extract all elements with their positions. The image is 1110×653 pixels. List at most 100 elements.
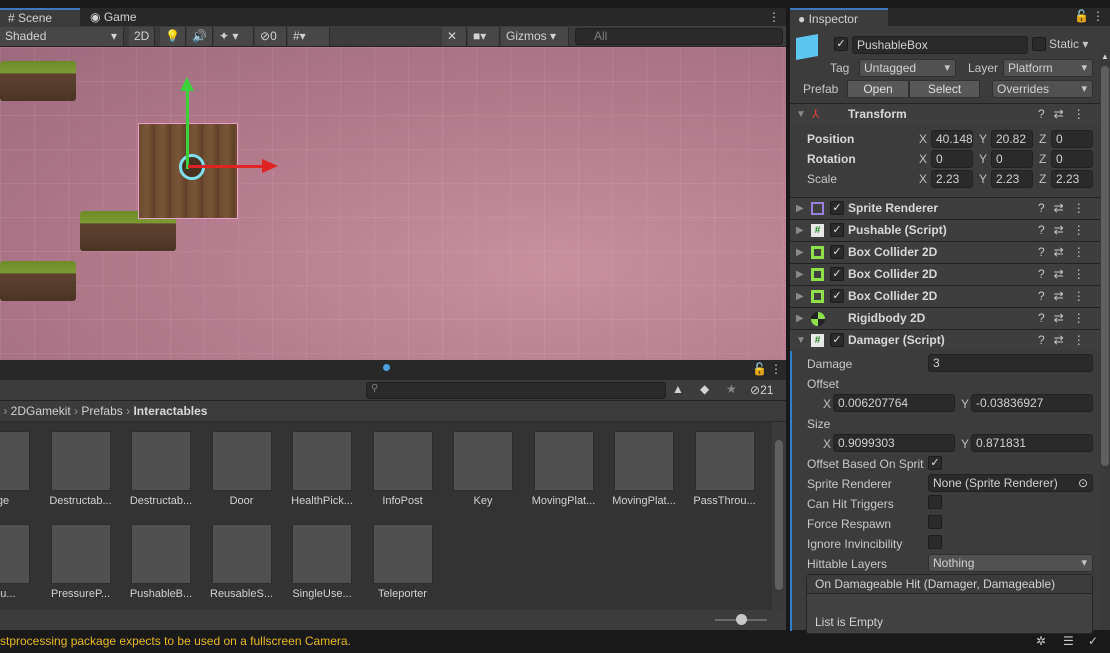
filter-by-type-icon[interactable]: ▲ <box>672 382 684 396</box>
project-search-input[interactable]: ⚲ <box>366 382 666 399</box>
rotation-y-input[interactable]: 0 <box>991 150 1033 168</box>
asset-label[interactable]: InfoPost <box>363 495 443 507</box>
object-picker-icon[interactable]: ⊙ <box>1078 475 1088 491</box>
asset-label[interactable]: HealthPick... <box>282 495 362 507</box>
more-menu-icon[interactable]: ⋮ <box>768 8 780 26</box>
breadcrumb-item[interactable]: Interactables <box>133 404 207 418</box>
hittable-layers-dropdown[interactable]: Nothing <box>928 554 1093 572</box>
object-name-input[interactable]: PushableBox <box>852 36 1028 54</box>
hidden-objects-toggle[interactable]: ⊘0 <box>255 27 287 46</box>
asset-thumbnail[interactable] <box>372 431 433 491</box>
gameobject-cube-icon[interactable] <box>796 34 818 60</box>
component-actions[interactable]: ?⇄⋮ <box>1038 308 1094 329</box>
lock-icon[interactable]: 🔓 <box>1074 9 1089 23</box>
component-actions[interactable]: ?⇄⋮ <box>1038 198 1094 219</box>
asset-thumbnail[interactable] <box>0 524 30 584</box>
asset-thumbnail[interactable] <box>533 431 594 491</box>
asset-label[interactable]: Destructab... <box>121 495 201 507</box>
component-header[interactable]: ▶ ✓ Box Collider 2D ?⇄⋮ <box>790 285 1100 306</box>
expand-triangle-icon[interactable]: ▶ <box>796 264 804 285</box>
asset-thumbnail[interactable] <box>211 524 272 584</box>
asset-thumbnail[interactable] <box>50 431 111 491</box>
component-header-transform[interactable]: ▼ ⅄ Transform ?⇄⋮ <box>790 103 1100 125</box>
more-menu-icon[interactable]: ⋮ <box>1092 9 1104 23</box>
scale-y-input[interactable]: 2.23 <box>991 170 1033 188</box>
rotation-x-input[interactable]: 0 <box>931 150 973 168</box>
lock-icon[interactable]: 🔓 <box>752 362 767 376</box>
inspector-scrollbar[interactable]: ▲ <box>1100 48 1110 630</box>
asset-thumbnail[interactable] <box>211 431 272 491</box>
move-gizmo-x-axis[interactable] <box>188 165 266 168</box>
gizmos-dropdown[interactable]: Gizmos ▾ <box>501 27 569 46</box>
collapse-triangle-icon[interactable]: ▼ <box>796 330 806 351</box>
tab-game[interactable]: ◉ Game <box>82 8 145 26</box>
component-enabled-checkbox[interactable]: ✓ <box>830 289 844 303</box>
scale-x-input[interactable]: 2.23 <box>931 170 973 188</box>
asset-label[interactable]: PushableB... <box>121 588 201 600</box>
component-actions[interactable]: ?⇄⋮ <box>1038 220 1094 241</box>
scene-viewport[interactable] <box>0 47 786 360</box>
static-checkbox[interactable] <box>1032 37 1046 51</box>
panel-splitter[interactable]: 🔓 ⋮ <box>0 360 786 380</box>
component-enabled-checkbox[interactable]: ✓ <box>830 201 844 215</box>
overrides-dropdown[interactable]: Overrides <box>992 80 1093 98</box>
shading-dropdown[interactable]: Shaded ▾ <box>0 27 124 46</box>
component-actions[interactable]: ?⇄⋮ <box>1038 104 1094 125</box>
zoom-slider-handle[interactable] <box>736 614 747 625</box>
more-menu-icon[interactable]: ⋮ <box>770 362 782 376</box>
size-y-input[interactable]: 0.871831 <box>971 434 1093 452</box>
asset-label[interactable]: Destructab... <box>41 495 121 507</box>
tools-icon[interactable]: ✕ <box>442 27 467 46</box>
scrollbar-thumb[interactable] <box>775 440 783 590</box>
component-enabled-checkbox[interactable]: ✓ <box>830 223 844 237</box>
size-x-input[interactable]: 0.9099303 <box>833 434 955 452</box>
tab-scene[interactable]: # Scene <box>0 8 80 26</box>
breadcrumb-item[interactable]: 2DGamekit <box>11 404 71 418</box>
asset-label[interactable]: Key <box>443 495 523 507</box>
asset-thumbnail[interactable] <box>292 524 352 584</box>
asset-label[interactable]: MovingPlat... <box>604 495 684 507</box>
asset-label[interactable]: MovingPlat... <box>524 495 604 507</box>
ignore-invincibility-checkbox[interactable] <box>928 535 942 549</box>
x-axis-arrow-icon[interactable] <box>262 159 278 173</box>
expand-triangle-icon[interactable]: ▶ <box>796 242 804 263</box>
damage-input[interactable]: 3 <box>928 354 1093 372</box>
asset-scrollbar[interactable] <box>772 422 786 610</box>
effects-icon[interactable]: ✦ ▾ <box>214 27 254 46</box>
active-checkbox[interactable]: ✓ <box>834 37 848 51</box>
position-x-input[interactable]: 40.148 <box>931 130 973 148</box>
asset-label[interactable]: hrou... <box>0 588 40 600</box>
camera-icon[interactable]: ■▾ <box>468 27 500 46</box>
tag-dropdown[interactable]: Untagged <box>859 59 956 77</box>
component-enabled-checkbox[interactable]: ✓ <box>830 333 844 347</box>
component-header[interactable]: ▶ Rigidbody 2D ?⇄⋮ <box>790 307 1100 328</box>
status-message[interactable]: stprocessing package expects to be used … <box>0 634 351 648</box>
asset-label[interactable]: ReusableS... <box>202 588 282 600</box>
can-hit-triggers-checkbox[interactable] <box>928 495 942 509</box>
rotation-z-input[interactable]: 0 <box>1051 150 1093 168</box>
component-actions[interactable]: ?⇄⋮ <box>1038 330 1094 351</box>
asset-label[interactable]: Door <box>202 495 282 507</box>
filter-by-label-icon[interactable]: ◆ <box>700 382 709 396</box>
component-enabled-checkbox[interactable]: ✓ <box>830 245 844 259</box>
component-header[interactable]: ▼ # ✓ Damager (Script) ?⇄⋮ <box>790 329 1100 350</box>
component-actions[interactable]: ?⇄⋮ <box>1038 264 1094 285</box>
asset-label[interactable]: PressureP... <box>41 588 121 600</box>
move-gizmo-y-axis[interactable] <box>186 87 189 169</box>
offset-sprite-checkbox[interactable]: ✓ <box>928 456 942 470</box>
hidden-packages-toggle[interactable]: ⊘21 <box>750 383 773 397</box>
asset-label[interactable]: Teleporter <box>363 588 443 600</box>
static-dropdown[interactable]: Static ▾ <box>1049 37 1088 51</box>
scroll-up-icon[interactable]: ▲ <box>1101 52 1109 61</box>
scrollbar-thumb[interactable] <box>1101 66 1109 466</box>
position-z-input[interactable]: 0 <box>1051 130 1093 148</box>
layer-dropdown[interactable]: Platform <box>1003 59 1093 77</box>
asset-label[interactable]: SingleUse... <box>282 588 362 600</box>
breadcrumb-item[interactable]: Prefabs <box>81 404 122 418</box>
scene-search-input[interactable]: All <box>575 28 783 45</box>
2d-toggle[interactable]: 2D <box>129 27 155 46</box>
component-header[interactable]: ▶ ✓ Box Collider 2D ?⇄⋮ <box>790 241 1100 262</box>
offset-y-input[interactable]: -0.03836927 <box>971 394 1093 412</box>
component-header[interactable]: ▶ # ✓ Pushable (Script) ?⇄⋮ <box>790 219 1100 240</box>
prefab-open-button[interactable]: Open <box>847 80 909 98</box>
